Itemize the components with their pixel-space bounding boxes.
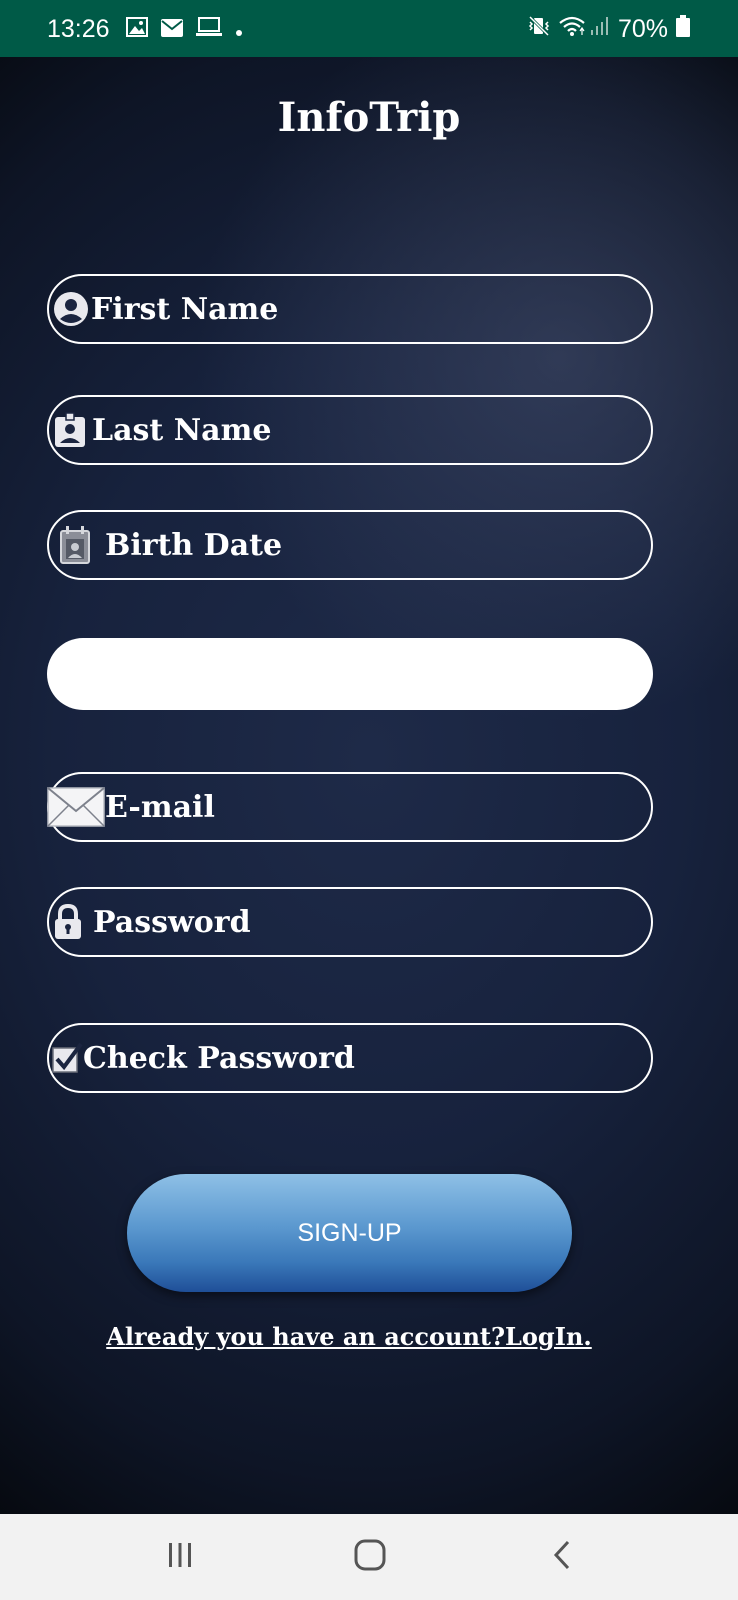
badge-icon — [54, 412, 86, 448]
dot-icon — [235, 15, 243, 44]
battery-icon — [676, 15, 690, 44]
image-icon — [125, 15, 148, 44]
signal-icon — [590, 15, 610, 44]
home-button[interactable] — [330, 1514, 410, 1600]
first-name-field[interactable]: First Name — [47, 274, 653, 344]
last-name-label: Last Name — [92, 412, 272, 448]
back-button[interactable] — [522, 1514, 602, 1600]
status-bar: 13:26 70% — [0, 0, 738, 57]
wifi-icon — [558, 15, 586, 44]
app-title: InfoTrip — [277, 94, 461, 141]
battery-percent: 70% — [617, 15, 668, 43]
email-label: E-mail — [105, 789, 215, 825]
checkbox-icon — [51, 1042, 83, 1074]
home-icon — [354, 1539, 386, 1576]
password-field[interactable]: Password — [47, 887, 653, 957]
laptop-icon — [195, 15, 222, 44]
back-icon — [550, 1539, 574, 1576]
recents-icon — [166, 1541, 194, 1574]
signup-button[interactable]: SIGN-UP — [127, 1174, 572, 1292]
envelope-icon — [47, 787, 105, 827]
check-password-field[interactable]: Check Password — [47, 1023, 653, 1093]
check-password-label: Check Password — [83, 1040, 355, 1076]
last-name-field[interactable]: Last Name — [47, 395, 653, 465]
first-name-label: First Name — [91, 291, 279, 327]
date-value-input[interactable] — [47, 638, 653, 710]
calendar-icon — [59, 525, 91, 565]
lock-icon — [54, 904, 82, 940]
birth-date-label: Birth Date — [105, 527, 283, 563]
recents-button[interactable] — [140, 1514, 220, 1600]
navigation-bar — [0, 1514, 738, 1600]
status-left: 13:26 — [47, 15, 256, 44]
birth-date-field[interactable]: Birth Date — [47, 510, 653, 580]
signup-screen: InfoTrip First Name Last Name Birth Date… — [0, 57, 738, 1514]
status-right: 70% — [528, 15, 690, 44]
login-link[interactable]: Already you have an account?LogIn. — [0, 1322, 698, 1351]
status-time: 13:26 — [47, 15, 110, 43]
mail-icon — [160, 15, 183, 44]
vibrate-icon — [528, 15, 550, 44]
user-circle-icon — [53, 291, 89, 327]
email-field[interactable]: E-mail — [47, 772, 653, 842]
password-label: Password — [93, 904, 251, 940]
